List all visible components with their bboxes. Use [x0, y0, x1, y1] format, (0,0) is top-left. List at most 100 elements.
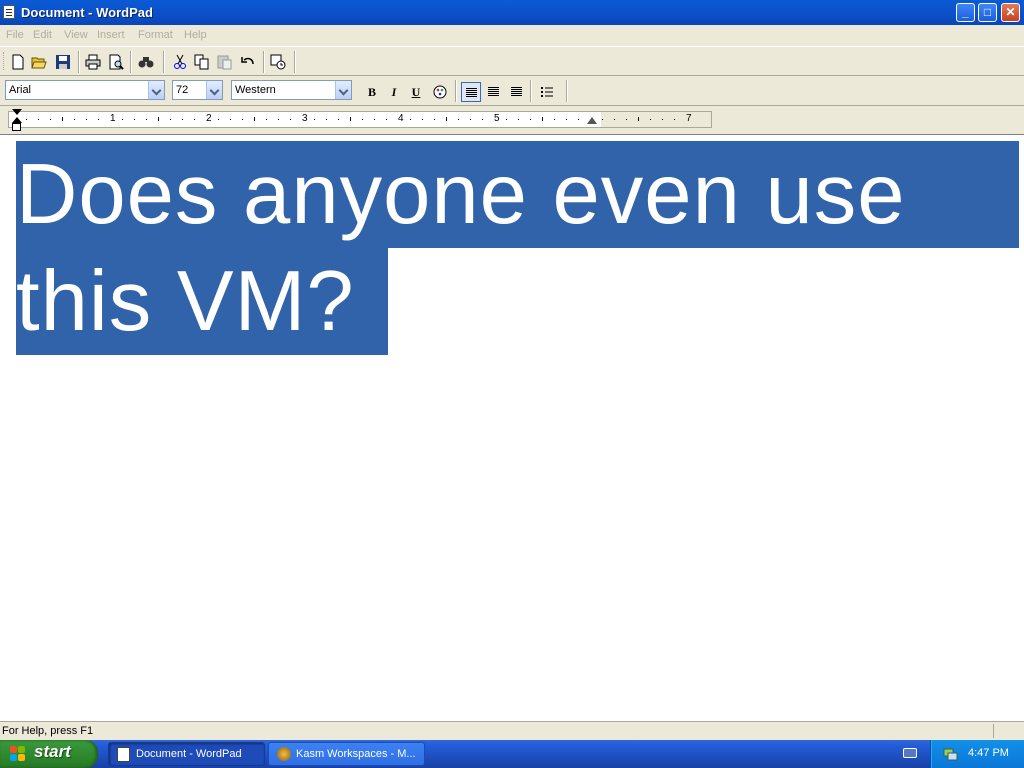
right-indent-marker[interactable]: [587, 117, 597, 124]
taskbar: start Document - WordPad Kasm Workspaces…: [0, 740, 1024, 768]
ruler-dot: [506, 119, 507, 120]
font-name-combo[interactable]: Arial: [5, 80, 165, 100]
ruler-dot: [410, 119, 411, 120]
menu-insert[interactable]: Insert: [97, 29, 125, 41]
ruler-dot: [242, 119, 243, 120]
copy-icon[interactable]: [194, 54, 210, 70]
clock[interactable]: 4:47 PM: [968, 747, 1009, 759]
menu-file[interactable]: File: [6, 29, 24, 41]
close-button[interactable]: ✕: [1001, 3, 1020, 22]
status-pane: [993, 724, 1021, 738]
taskbar-item-kasm[interactable]: Kasm Workspaces - M...: [268, 742, 425, 766]
start-button[interactable]: start: [0, 740, 98, 768]
ruler-margin: [601, 112, 711, 127]
open-icon[interactable]: [31, 54, 47, 70]
align-right-icon: [511, 87, 522, 88]
document-area[interactable]: Does anyone even use this VM?: [0, 134, 1024, 721]
font-size-value: 72: [176, 84, 189, 96]
ruler-dot: [182, 119, 183, 120]
format-bar: Arial 72 Western B I U: [0, 76, 1024, 106]
left-indent-marker[interactable]: [12, 123, 21, 131]
ruler-tick: [350, 117, 351, 121]
taskbar-item-wordpad[interactable]: Document - WordPad: [108, 742, 265, 766]
script-combo[interactable]: Western: [231, 80, 352, 100]
find-icon[interactable]: [138, 54, 154, 70]
ruler-dot: [458, 119, 459, 120]
ruler-dot: [218, 119, 219, 120]
ruler-tick: [542, 117, 543, 121]
chevron-down-icon[interactable]: [335, 81, 351, 99]
underline-button[interactable]: U: [406, 82, 426, 102]
align-left-button[interactable]: [461, 82, 481, 102]
cut-icon[interactable]: [172, 54, 188, 70]
ruler-dot: [50, 119, 51, 120]
ruler[interactable]: 1 2 3 4 5 7: [0, 106, 1024, 134]
start-label: start: [34, 742, 71, 761]
selected-text-line[interactable]: Does anyone even use: [16, 141, 1019, 248]
insert-datetime-icon[interactable]: [270, 54, 286, 70]
ruler-dot: [626, 119, 627, 120]
font-size-combo[interactable]: 72: [172, 80, 223, 100]
undo-icon[interactable]: [240, 54, 256, 70]
save-icon[interactable]: [55, 54, 71, 70]
ruler-track[interactable]: 1 2 3 4 5 7: [8, 111, 712, 128]
bold-button[interactable]: B: [362, 82, 382, 102]
keyboard-icon[interactable]: [903, 748, 917, 758]
ruler-number: 2: [206, 113, 212, 124]
ruler-dot: [650, 119, 651, 120]
system-tray: 4:47 PM: [930, 740, 1024, 768]
ruler-dot: [470, 119, 471, 120]
title-bar[interactable]: Document - WordPad _ □ ✕: [0, 0, 1024, 25]
ruler-dot: [278, 119, 279, 120]
ruler-dot: [314, 119, 315, 120]
ruler-dot: [602, 119, 603, 120]
ruler-dot: [230, 119, 231, 120]
chevron-down-icon[interactable]: [148, 81, 164, 99]
wordpad-document-icon[interactable]: [3, 5, 15, 19]
color-palette-icon[interactable]: [430, 82, 450, 102]
first-line-indent-marker[interactable]: [12, 109, 22, 115]
toolbar-separator: [530, 80, 532, 102]
ruler-dot: [674, 119, 675, 120]
minimize-button[interactable]: _: [956, 3, 975, 22]
maximize-button[interactable]: □: [978, 3, 997, 22]
ruler-dot: [362, 119, 363, 120]
ruler-dot: [614, 119, 615, 120]
standard-toolbar: [0, 46, 1024, 76]
align-center-button[interactable]: [484, 82, 504, 102]
network-icon[interactable]: [943, 746, 958, 761]
windows-logo-icon: [10, 746, 27, 762]
ruler-dot: [134, 119, 135, 120]
ruler-dot: [122, 119, 123, 120]
align-center-icon: [488, 87, 499, 88]
ruler-dot: [434, 119, 435, 120]
toolbar-separator: [566, 80, 568, 102]
menu-edit[interactable]: Edit: [33, 29, 52, 41]
print-icon[interactable]: [85, 54, 101, 70]
new-icon[interactable]: [10, 54, 26, 70]
menu-view[interactable]: View: [64, 29, 88, 41]
ruler-dot: [662, 119, 663, 120]
ruler-dot: [554, 119, 555, 120]
menu-bar: File Edit View Insert Format Help: [0, 25, 1024, 46]
ruler-tick: [638, 117, 639, 121]
print-preview-icon[interactable]: [108, 54, 124, 70]
ruler-dot: [374, 119, 375, 120]
window-title: Document - WordPad: [21, 5, 153, 20]
menu-help[interactable]: Help: [184, 29, 207, 41]
ruler-dot: [74, 119, 75, 120]
paste-icon[interactable]: [216, 54, 232, 70]
italic-button[interactable]: I: [384, 82, 404, 102]
ruler-dot: [386, 119, 387, 120]
ruler-dot: [326, 119, 327, 120]
chevron-down-icon[interactable]: [206, 81, 222, 99]
align-right-button[interactable]: [507, 82, 527, 102]
toolbar-grip[interactable]: [3, 52, 7, 70]
ruler-number: 5: [494, 113, 500, 124]
ruler-dot: [38, 119, 39, 120]
selected-text-line[interactable]: this VM?: [16, 248, 388, 355]
ruler-dot: [290, 119, 291, 120]
ruler-tick: [254, 117, 255, 121]
menu-format[interactable]: Format: [138, 29, 173, 41]
bullets-button[interactable]: [537, 82, 557, 102]
